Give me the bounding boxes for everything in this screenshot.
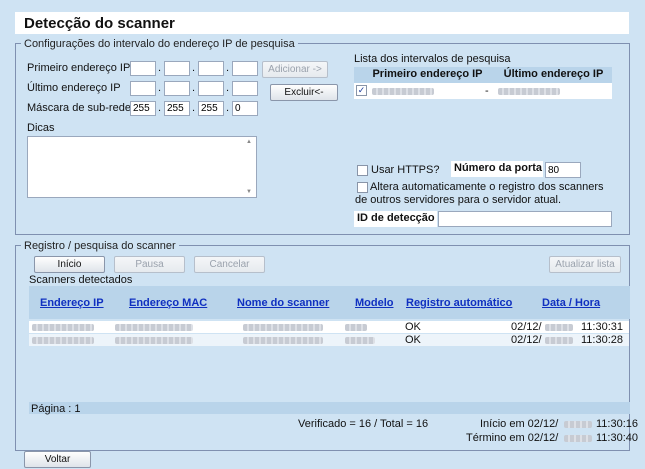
first-ip-dot-2: . xyxy=(192,62,196,74)
range-row-checkbox[interactable]: ✓ xyxy=(356,85,367,96)
row-name-value xyxy=(243,337,323,344)
col-auto-register[interactable]: Registro automático xyxy=(406,297,512,309)
row-time-value: 11:30:31 xyxy=(581,321,624,333)
col-model[interactable]: Modelo xyxy=(355,297,394,309)
hints-textarea[interactable]: ▲ ▼ xyxy=(27,136,257,198)
range-col-last: Último endereço IP xyxy=(503,68,604,80)
page-bar xyxy=(29,402,630,414)
subnet-octet-2[interactable] xyxy=(164,101,190,116)
row-mac-value xyxy=(115,324,193,331)
end-time-value: 11:30:40 xyxy=(596,432,639,444)
col-date-time[interactable]: Data / Hora xyxy=(542,297,600,309)
row-auto-value: OK xyxy=(405,321,421,333)
range-first-ip-value xyxy=(372,88,434,95)
first-ip-octet-1[interactable] xyxy=(130,61,156,76)
row-ip-value xyxy=(32,337,94,344)
range-list-label: Lista dos intervalos de pesquisa xyxy=(354,53,511,65)
table-row[interactable]: OK 02/12/ 11:30:31 xyxy=(29,321,629,333)
col-ip-address[interactable]: Endereço IP xyxy=(40,297,104,309)
scanner-table-header xyxy=(29,286,630,319)
refresh-list-button[interactable]: Atualizar lista xyxy=(549,256,621,273)
first-ip-octet-3[interactable] xyxy=(198,61,224,76)
detected-label: Scanners detectados xyxy=(29,274,133,286)
scroll-up-icon[interactable]: ▲ xyxy=(246,139,252,145)
pause-button[interactable]: Pausa xyxy=(114,256,185,273)
row-ip-value xyxy=(32,324,94,331)
last-ip-dot-3: . xyxy=(226,82,230,94)
first-ip-label: Primeiro endereço IP xyxy=(27,62,131,74)
subnet-octet-3[interactable] xyxy=(198,101,224,116)
start-year-value xyxy=(564,421,592,428)
first-ip-dot-1: . xyxy=(158,62,162,74)
first-ip-dot-3: . xyxy=(226,62,230,74)
https-checkbox[interactable] xyxy=(357,165,368,176)
last-ip-dot-1: . xyxy=(158,82,162,94)
last-ip-octet-1[interactable] xyxy=(130,81,156,96)
registry-legend: Registro / pesquisa do scanner xyxy=(21,240,179,252)
last-ip-octet-4[interactable] xyxy=(232,81,258,96)
col-scanner-name[interactable]: Nome do scanner xyxy=(237,297,329,309)
row-name-value xyxy=(243,324,323,331)
last-ip-octet-3[interactable] xyxy=(198,81,224,96)
page-indicator: Página : 1 xyxy=(31,403,81,415)
verified-total: Verificado = 16 / Total = 16 xyxy=(298,418,429,430)
back-button[interactable]: Voltar xyxy=(24,451,91,468)
last-ip-label: Último endereço IP xyxy=(27,82,121,94)
end-year-value xyxy=(564,435,592,442)
subnet-octet-1[interactable] xyxy=(130,101,156,116)
col-mac-address[interactable]: Endereço MAC xyxy=(129,297,207,309)
row-year-value xyxy=(545,337,573,344)
subnet-dot-1: . xyxy=(158,102,162,114)
cancel-button[interactable]: Cancelar xyxy=(194,256,265,273)
port-input[interactable] xyxy=(545,162,581,178)
last-ip-octet-2[interactable] xyxy=(164,81,190,96)
end-time-label: Término em 02/12/ xyxy=(466,432,559,444)
ip-config-legend: Configurações do intervalo do endereço I… xyxy=(21,38,298,50)
add-range-button[interactable]: Adicionar -> xyxy=(262,61,328,78)
auto-change-label: Altera automaticamente o registro dos sc… xyxy=(355,181,604,206)
row-year-value xyxy=(545,324,573,331)
delete-range-button[interactable]: Excluir<- xyxy=(270,84,338,101)
subnet-dot-3: . xyxy=(226,102,230,114)
page-title: Detecção do scanner xyxy=(15,12,629,34)
first-ip-octet-2[interactable] xyxy=(164,61,190,76)
row-mac-value xyxy=(115,337,193,344)
table-row[interactable]: OK 02/12/ 11:30:28 xyxy=(29,334,629,346)
start-time-label: Início em 02/12/ xyxy=(480,418,559,430)
detect-id-label: ID de detecção xyxy=(357,212,435,224)
row-model-value xyxy=(345,337,375,344)
start-time-value: 11:30:16 xyxy=(596,418,639,430)
row-model-value xyxy=(345,324,367,331)
https-label: Usar HTTPS? xyxy=(371,164,440,176)
last-ip-dot-2: . xyxy=(192,82,196,94)
range-col-first: Primeiro endereço IP xyxy=(372,68,483,80)
hints-scrollbar[interactable]: ▲ ▼ xyxy=(245,139,254,195)
detect-id-input[interactable] xyxy=(438,211,612,227)
hints-label: Dicas xyxy=(27,122,55,134)
port-label: Número da porta xyxy=(454,162,543,174)
subnet-label: Máscara de sub-rede xyxy=(27,102,131,114)
range-last-ip-value xyxy=(498,88,560,95)
first-ip-octet-4[interactable] xyxy=(232,61,258,76)
row-date-value: 02/12/ xyxy=(511,334,542,346)
range-separator: - xyxy=(485,85,489,97)
row-time-value: 11:30:28 xyxy=(581,334,624,346)
scroll-down-icon[interactable]: ▼ xyxy=(246,189,252,195)
subnet-octet-4[interactable] xyxy=(232,101,258,116)
start-button[interactable]: Início xyxy=(34,256,105,273)
row-auto-value: OK xyxy=(405,334,421,346)
row-date-value: 02/12/ xyxy=(511,321,542,333)
subnet-dot-2: . xyxy=(192,102,196,114)
